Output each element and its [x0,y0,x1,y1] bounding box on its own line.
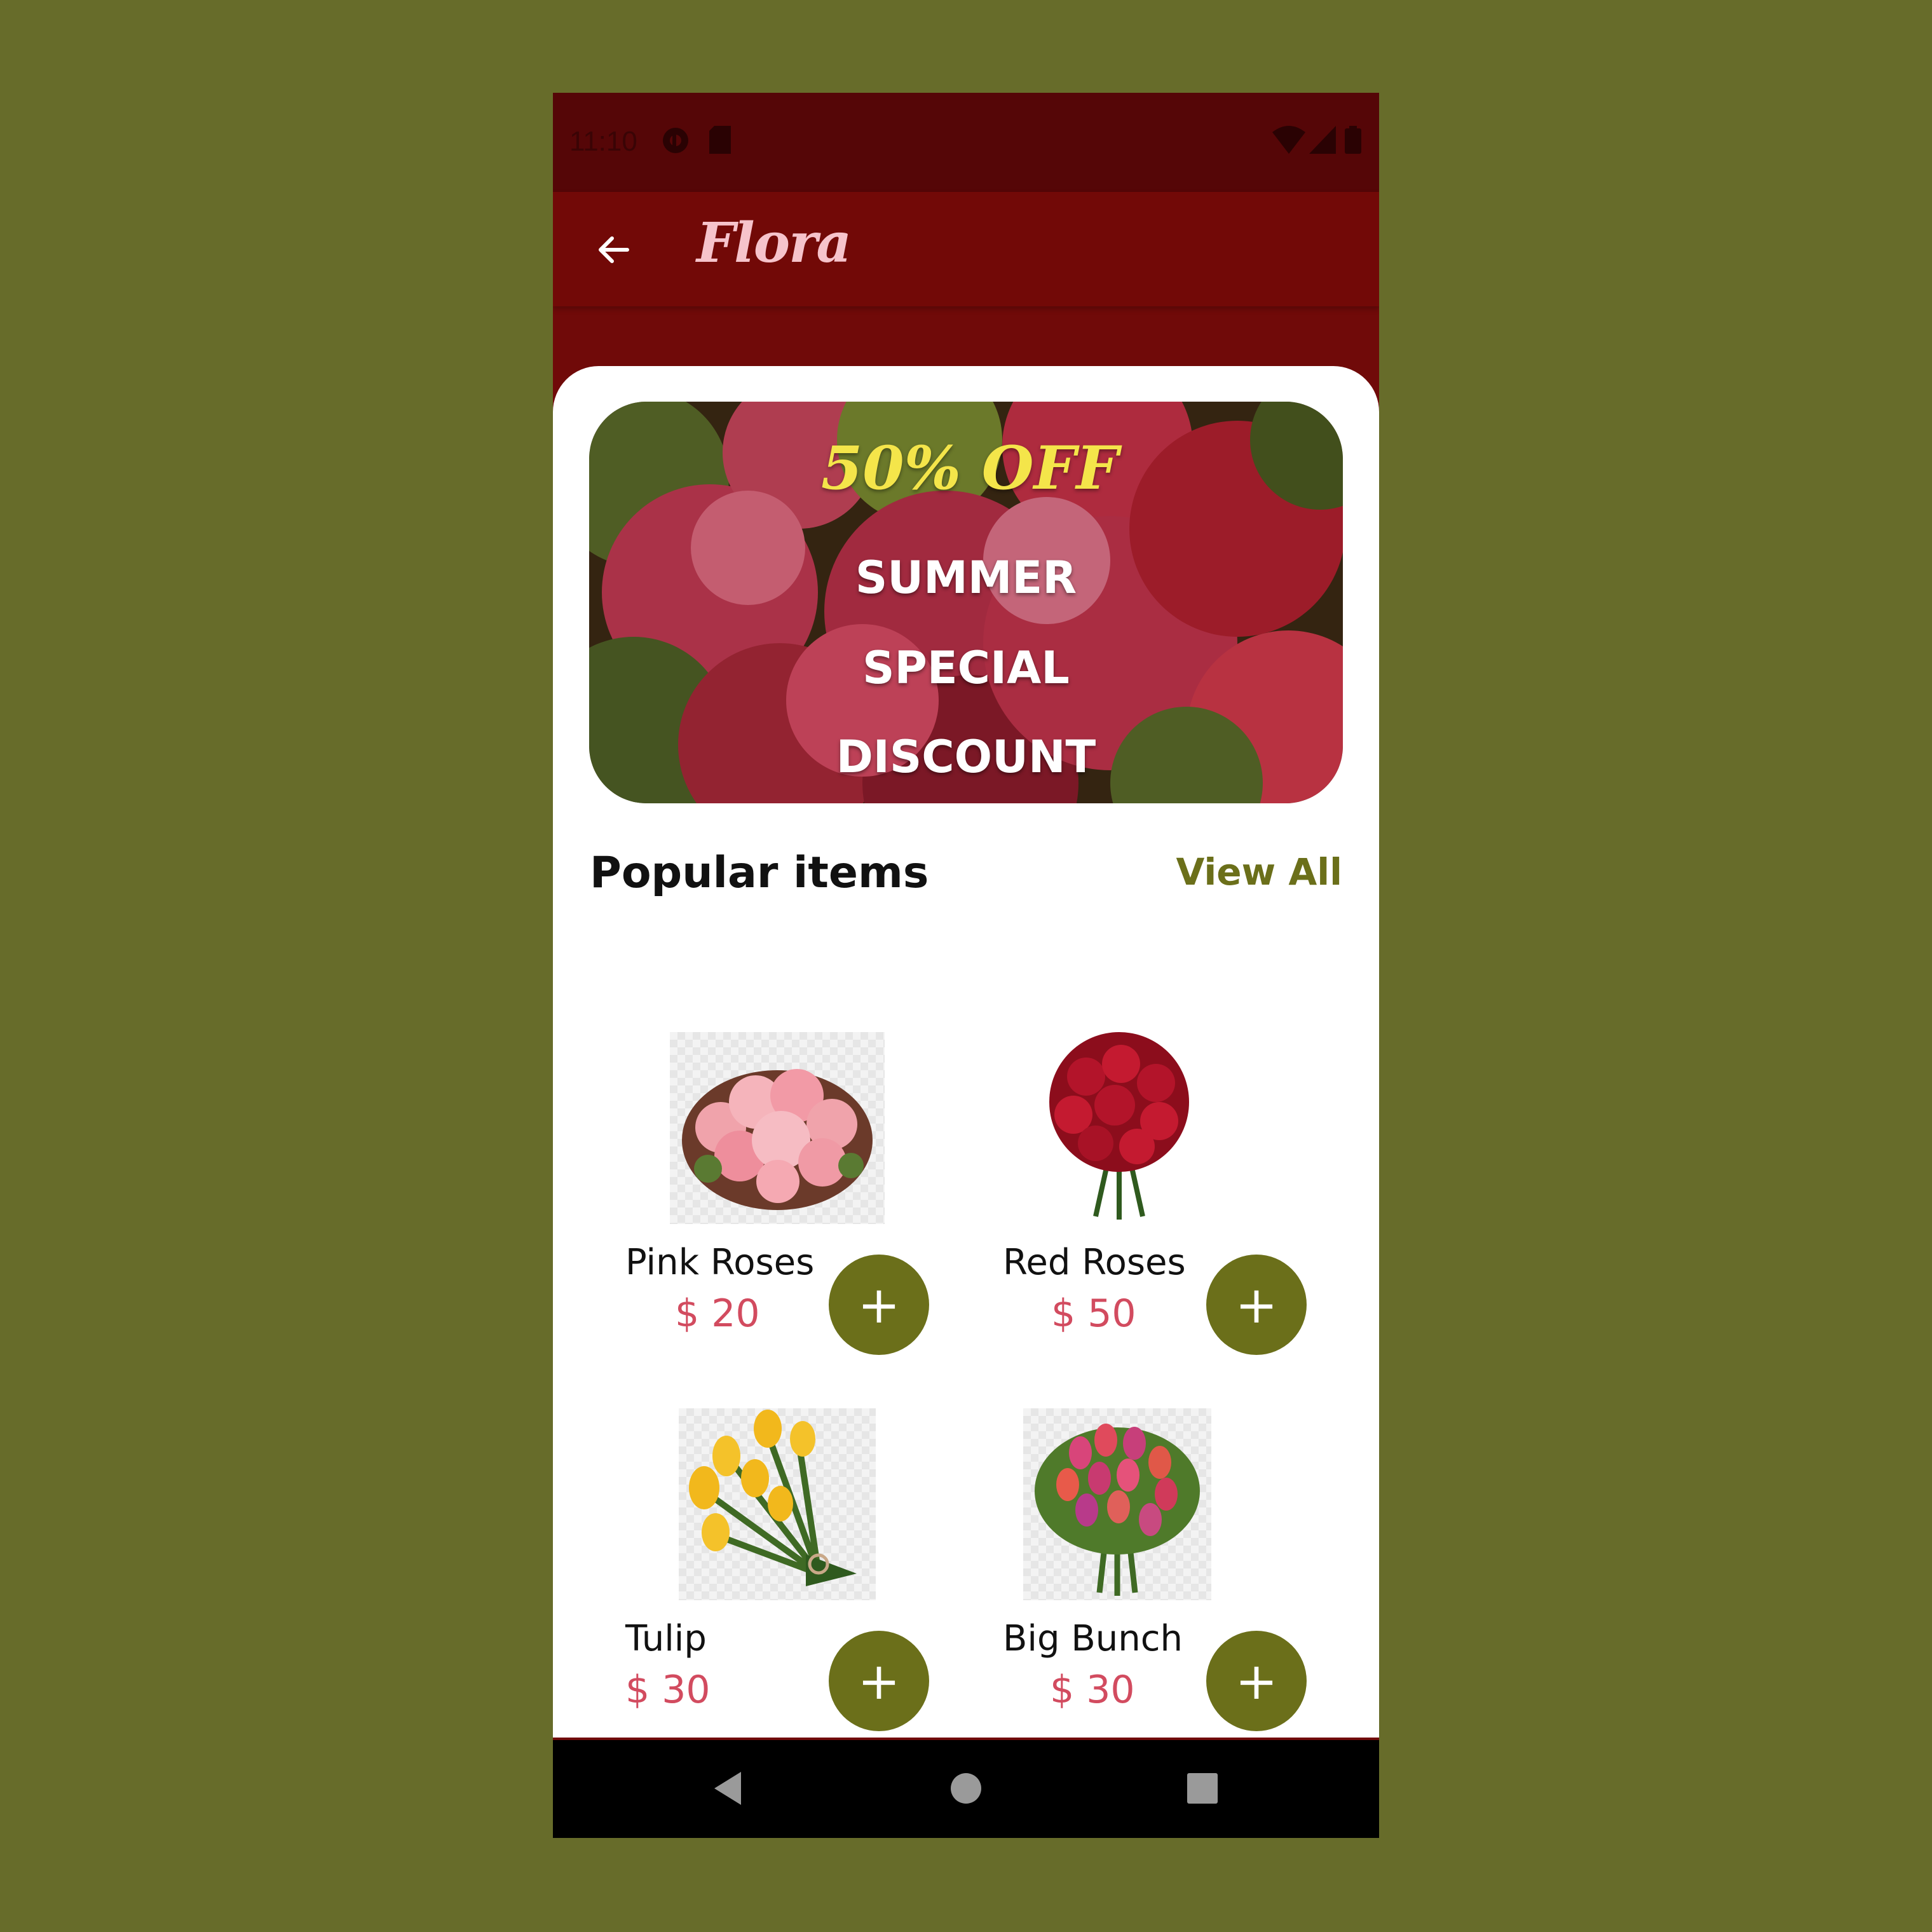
tulip-image [679,1408,876,1600]
banner-line-special: SPECIAL [862,642,1070,694]
big-bunch-illustration [1035,1424,1200,1596]
circle-home-icon[interactable] [946,1768,986,1809]
add-to-cart-button[interactable]: + [829,1255,929,1355]
banner-offer-text: 50% OFF [820,433,1119,503]
system-nav-bar [553,1738,1379,1838]
banner-line-summer: SUMMER [855,552,1077,604]
arrow-left-icon [599,236,629,263]
square-recents-icon[interactable] [1182,1768,1223,1809]
product-card-red-roses[interactable]: Red Roses $ 50 + [930,1032,1308,1388]
product-price: $ 30 [1050,1668,1135,1712]
app-title: Flora [697,211,852,275]
popular-items-title: Popular items [590,848,929,898]
red-roses-image [1019,1032,1219,1224]
status-time: 11:10 [569,126,637,157]
add-to-cart-button[interactable]: + [1206,1631,1307,1731]
add-to-cart-button[interactable]: + [829,1631,929,1731]
battery-icon [1345,126,1361,154]
back-button[interactable] [585,221,642,278]
view-all-link[interactable]: View All [1176,850,1342,894]
promo-banner[interactable]: 50% OFF SUMMER SPECIAL DISCOUNT [589,402,1343,803]
app-bar: Flora [553,192,1379,306]
main-content[interactable]: 50% OFF SUMMER SPECIAL DISCOUNT Popular … [553,366,1379,1834]
sd-card-icon [709,126,731,154]
big-bunch-image [1023,1408,1211,1600]
red-roses-illustration [1049,1032,1189,1220]
product-name: Big Bunch [1003,1618,1183,1659]
product-card-big-bunch[interactable]: Big Bunch $ 30 + [930,1408,1308,1764]
banner-line-discount: DISCOUNT [836,731,1096,783]
product-name: Tulip [625,1618,707,1659]
product-price: $ 30 [625,1668,711,1712]
product-name: Pink Roses [625,1242,815,1283]
pink-roses-image [670,1032,885,1224]
cell-signal-icon [1309,126,1336,154]
pink-roses-illustration [682,1069,873,1210]
tulip-illustration [689,1410,857,1586]
add-to-cart-button[interactable]: + [1206,1255,1307,1355]
product-card-tulip[interactable]: Tulip $ 30 + [553,1408,930,1764]
product-price: $ 50 [1051,1291,1136,1336]
phone-screen: 11:10 Flora 50% OFF SUMMER SPECIAL DISCO… [553,93,1379,1838]
product-price: $ 20 [675,1291,760,1336]
app-notification-icon [663,128,688,153]
product-name: Red Roses [1003,1242,1186,1283]
product-card-pink-roses[interactable]: Pink Roses $ 20 + [553,1032,930,1388]
wifi-icon [1272,126,1305,154]
status-bar: 11:10 [553,93,1379,192]
triangle-back-icon[interactable] [709,1768,750,1809]
